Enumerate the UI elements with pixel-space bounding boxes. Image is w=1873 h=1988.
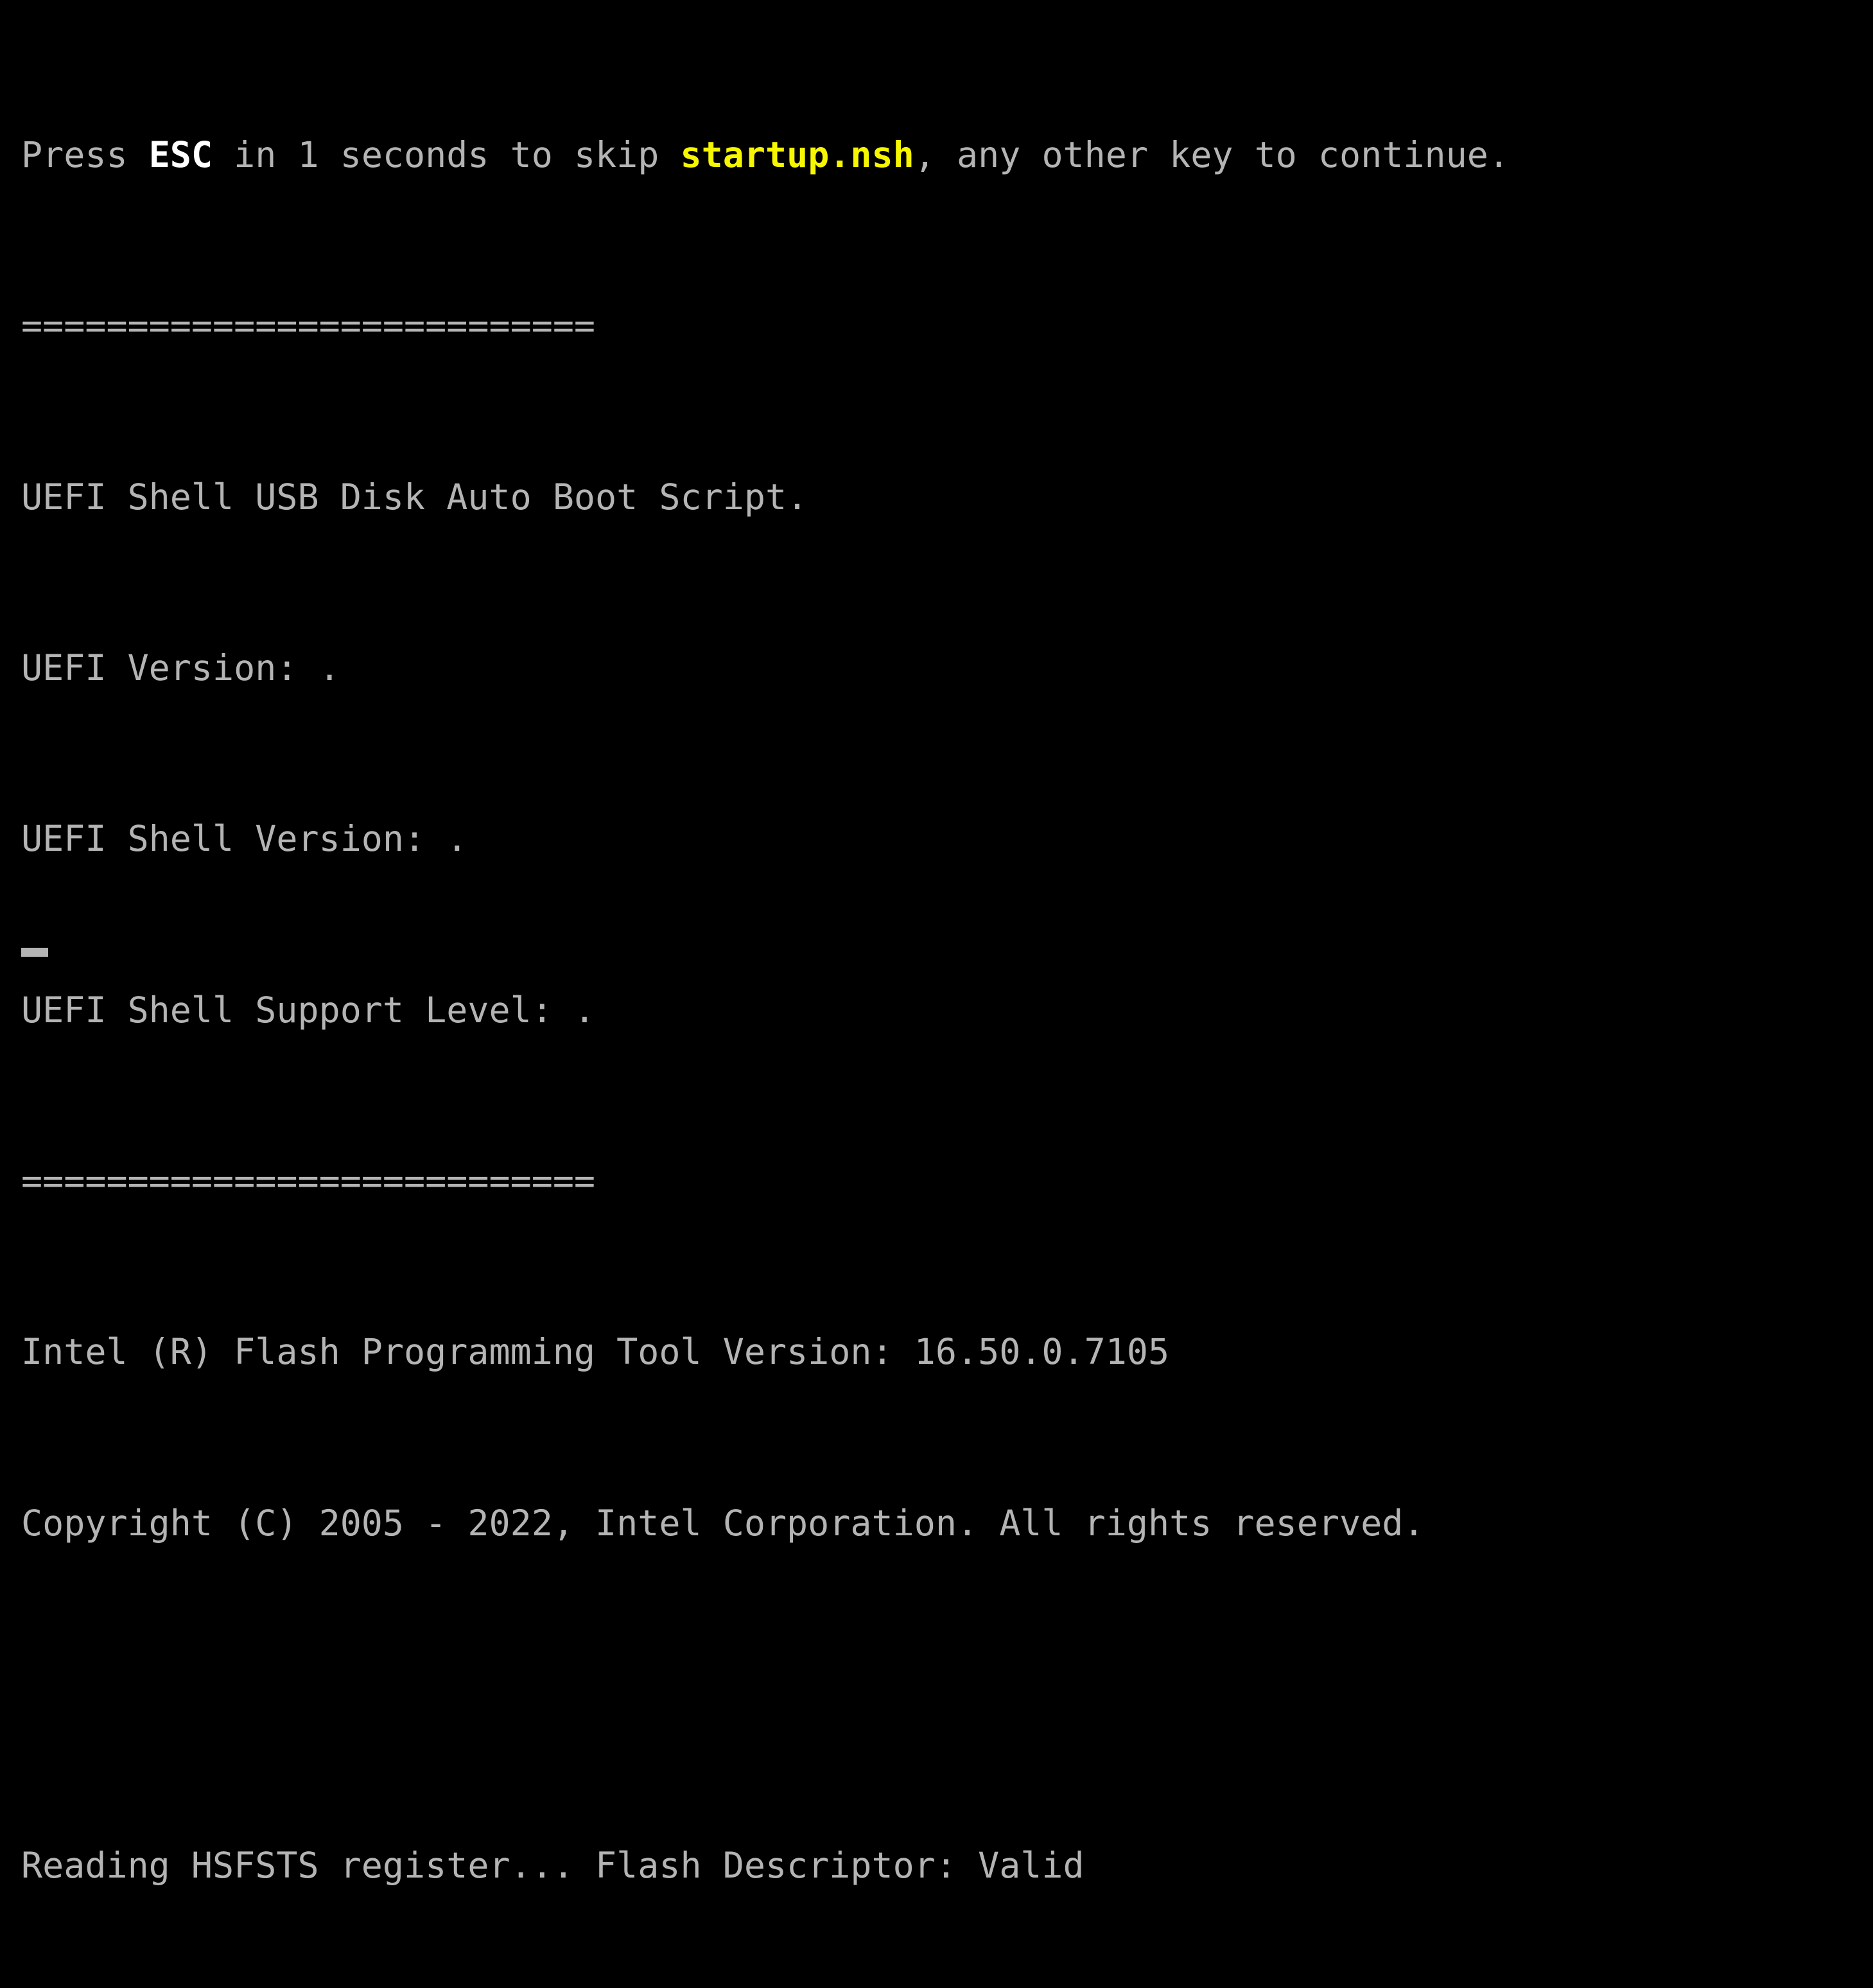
separator-line-bottom: =========================== — [21, 1160, 596, 1202]
press-label: Press — [21, 134, 149, 175]
startup-script-name: startup.nsh — [680, 134, 914, 175]
uefi-version-line: UEFI Version: . — [21, 647, 340, 688]
esc-key-label: ESC — [148, 134, 213, 175]
skip-timeout-text: in 1 seconds to skip — [213, 134, 681, 175]
terminal-cursor — [21, 948, 48, 957]
console-line-press-esc: Press ESC in 1 seconds to skip startup.n… — [21, 134, 1594, 177]
uefi-shell-version-line: UEFI Shell Version: . — [21, 818, 468, 860]
cursor-block-glyph — [21, 948, 48, 957]
console-output: Press ESC in 1 seconds to skip startup.n… — [21, 5, 1594, 1988]
separator-line-top: =========================== — [21, 305, 596, 347]
continue-hint-text: , any other key to continue. — [914, 134, 1510, 175]
uefi-shell-support-level-line: UEFI Shell Support Level: . — [21, 989, 596, 1031]
uefi-shell-console[interactable]: Press ESC in 1 seconds to skip startup.n… — [0, 0, 1873, 1886]
hsfsts-register-line: Reading HSFSTS register... Flash Descrip… — [21, 1844, 1085, 1886]
boot-script-title: UEFI Shell USB Disk Auto Boot Script. — [21, 476, 808, 518]
fpt-version-line: Intel (R) Flash Programming Tool Version… — [21, 1331, 1170, 1373]
copyright-line: Copyright (C) 2005 - 2022, Intel Corpora… — [21, 1502, 1425, 1544]
